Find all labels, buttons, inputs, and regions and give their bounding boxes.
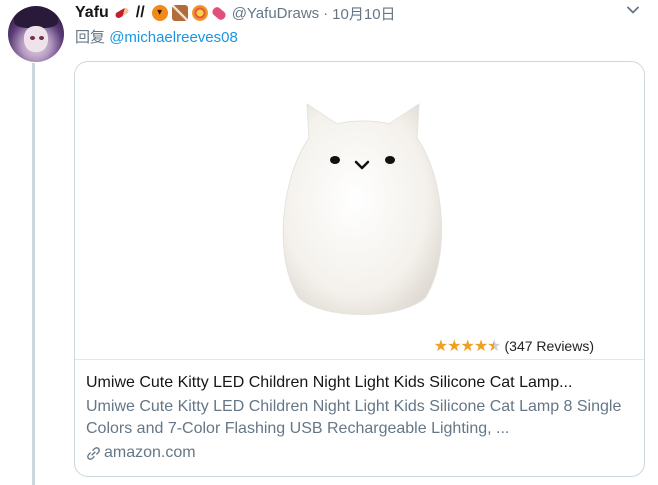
reply-context: 回复 @michaelreeves08 xyxy=(75,26,238,47)
card-description: Umiwe Cute Kitty LED Children Night Ligh… xyxy=(86,398,622,437)
avatar-eye-right xyxy=(39,36,44,40)
thread-connector-line xyxy=(32,63,35,485)
link-icon xyxy=(87,446,100,460)
pencil-emoji-icon xyxy=(114,6,130,20)
rating-star: ★ xyxy=(487,338,501,355)
separator-dot: · xyxy=(323,4,329,22)
chevron-down-icon[interactable] xyxy=(626,3,640,17)
rating-star: ★ xyxy=(473,338,488,355)
avatar-eye-left xyxy=(30,36,35,40)
avatar-hat xyxy=(14,8,58,28)
card-body: Umiwe Cute Kitty LED Children Night Ligh… xyxy=(86,372,636,464)
candy-emoji-icon xyxy=(210,5,227,21)
author-handle[interactable]: @YafuDraws xyxy=(232,5,319,22)
avatar-face xyxy=(24,26,48,52)
reply-mention-link[interactable]: @michaelreeves08 xyxy=(109,29,238,46)
rating-star: ★ xyxy=(460,338,474,355)
card-title[interactable]: Umiwe Cute Kitty LED Children Night Ligh… xyxy=(86,372,636,394)
card-image[interactable]: ★★★★★ (347 Reviews) xyxy=(75,62,644,360)
rating-star: ★ xyxy=(433,338,448,355)
lollipop-emoji-icon xyxy=(191,5,208,21)
product-rating: ★★★★★ (347 Reviews) xyxy=(434,336,594,356)
rating-stars: ★★★★★ xyxy=(433,336,502,356)
card-domain[interactable]: amazon.com xyxy=(86,442,636,464)
cat-lamp-image xyxy=(282,103,443,315)
chocolate-emoji-icon xyxy=(171,5,188,21)
tweet-header: Yafu // ▾ @YafuDraws · 10月10日 xyxy=(75,2,396,24)
name-slashes: // xyxy=(135,4,145,21)
review-count: (347 Reviews) xyxy=(504,338,594,354)
link-preview-card[interactable]: ★★★★★ (347 Reviews) Umiwe Cute Kitty LED… xyxy=(74,61,645,477)
author-name[interactable]: Yafu xyxy=(75,4,109,22)
rating-star: ★ xyxy=(447,338,461,355)
avatar[interactable] xyxy=(8,6,64,62)
reply-prefix: 回复 xyxy=(75,29,106,46)
tweet-timestamp[interactable]: 10月10日 xyxy=(332,3,395,24)
pumpkin-emoji-icon: ▾ xyxy=(151,5,168,21)
domain-text: amazon.com xyxy=(104,444,196,461)
